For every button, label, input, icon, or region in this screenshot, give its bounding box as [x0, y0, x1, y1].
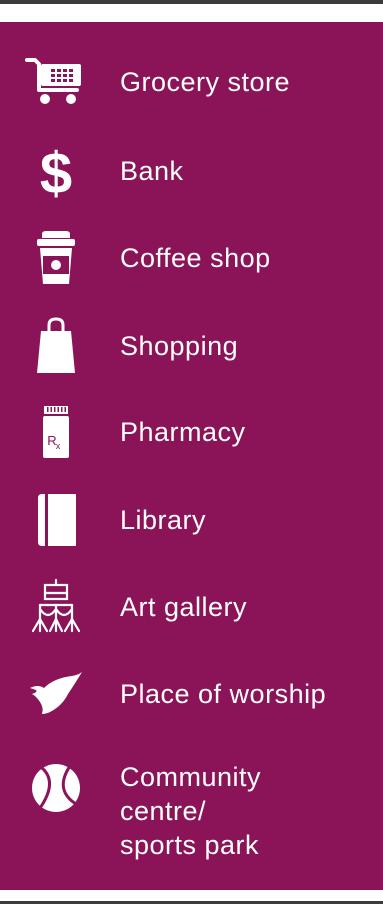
legend-item-shopping: Shopping	[0, 316, 383, 376]
shopping-bag-icon	[20, 316, 92, 376]
legend-item-bank: $ Bank	[0, 141, 383, 201]
legend-item-art-gallery: Art gallery	[0, 577, 383, 637]
dove-icon	[20, 664, 92, 724]
pill-bottle-icon: R x	[20, 402, 92, 462]
legend-label: Place of worship	[120, 678, 327, 709]
legend-panel: Grocery store $ Bank Coffee shop Shoppin…	[0, 22, 383, 890]
legend-label: Grocery store	[120, 66, 291, 97]
legend-frame: Grocery store $ Bank Coffee shop Shoppin…	[0, 0, 383, 904]
legend-label: Coffee shop	[120, 242, 271, 273]
legend-label-line: sports park	[120, 830, 260, 860]
tennis-ball-icon	[20, 758, 92, 818]
legend-label-multiline: Community centre/ sports park	[120, 760, 261, 862]
legend-label-line: Community	[120, 762, 262, 792]
legend-item-coffee-shop: Coffee shop	[0, 228, 383, 288]
legend-label: Art gallery	[120, 591, 248, 622]
legend-item-place-of-worship: Place of worship	[0, 664, 383, 724]
legend-item-community-centre: Community centre/ sports park	[0, 760, 383, 870]
book-icon	[20, 490, 92, 550]
legend-item-library: Library	[0, 490, 383, 550]
easel-rope-icon	[20, 577, 92, 637]
shopping-cart-icon	[20, 52, 92, 112]
legend-label: Library	[120, 504, 207, 535]
legend-label: Bank	[120, 155, 184, 186]
svg-text:$: $	[40, 143, 72, 199]
legend-item-pharmacy: R x Pharmacy	[0, 402, 383, 462]
legend-item-grocery-store: Grocery store	[0, 52, 383, 112]
coffee-cup-icon	[20, 228, 92, 288]
svg-text:x: x	[56, 441, 61, 451]
dollar-sign-icon: $	[20, 141, 92, 201]
legend-label: Shopping	[120, 330, 239, 361]
legend-label: Pharmacy	[120, 416, 246, 447]
legend-label-line: centre/	[120, 796, 207, 826]
